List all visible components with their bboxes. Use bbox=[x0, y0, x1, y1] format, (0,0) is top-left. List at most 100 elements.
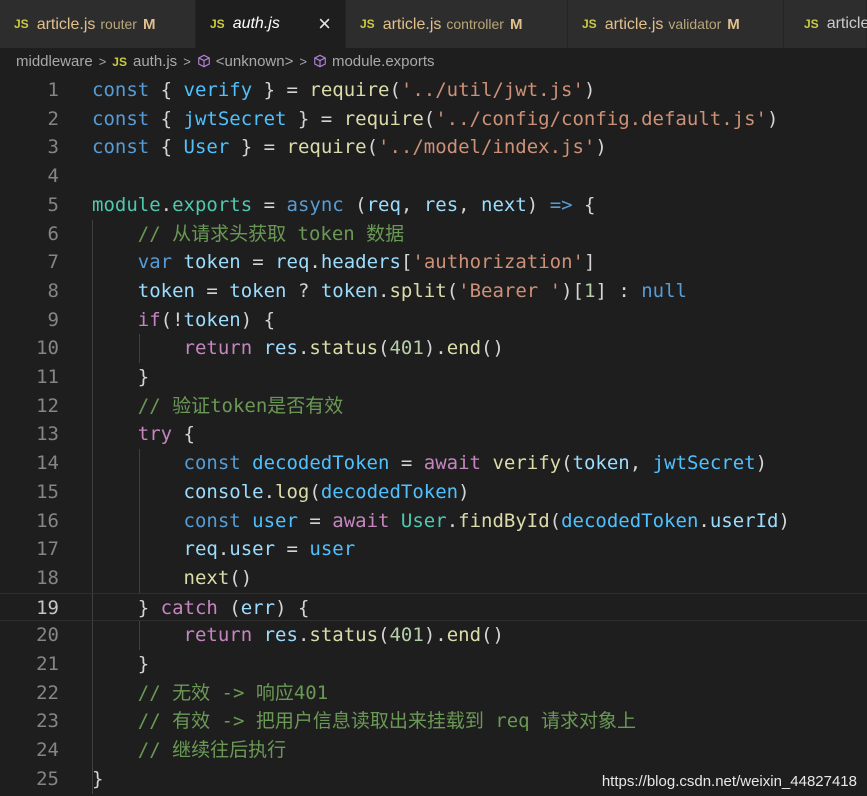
line-number[interactable]: 16 bbox=[0, 507, 59, 536]
code-line[interactable]: 13 try { bbox=[0, 420, 867, 449]
code-token: return bbox=[183, 337, 253, 360]
code-text[interactable]: return res.status(401).end() bbox=[92, 621, 504, 650]
line-number[interactable]: 9 bbox=[0, 306, 59, 335]
code-text[interactable]: next() bbox=[92, 564, 253, 593]
tab-article-partial[interactable]: JS article.js bbox=[784, 0, 867, 48]
line-number[interactable]: 17 bbox=[0, 535, 59, 564]
code-line[interactable]: 14 const decodedToken = await verify(tok… bbox=[0, 449, 867, 478]
line-number[interactable]: 19 bbox=[0, 594, 59, 623]
line-number[interactable]: 11 bbox=[0, 363, 59, 392]
breadcrumb-symbol-module-exports[interactable]: module.exports bbox=[332, 53, 435, 70]
code-token: ) bbox=[755, 452, 768, 475]
line-number[interactable]: 13 bbox=[0, 420, 59, 449]
line-number[interactable]: 8 bbox=[0, 277, 59, 306]
code-token: , bbox=[458, 193, 482, 216]
code-line[interactable]: 3 const { User } = require('../model/inde… bbox=[0, 133, 867, 162]
line-number[interactable]: 21 bbox=[0, 650, 59, 679]
line-number[interactable]: 12 bbox=[0, 392, 59, 421]
code-editor[interactable]: 1 const { verify } = require('../util/jwt… bbox=[0, 76, 867, 796]
code-text[interactable]: // 无效 -> 响应401 bbox=[92, 679, 328, 708]
code-token: , bbox=[400, 193, 424, 216]
code-text[interactable]: return res.status(401).end() bbox=[92, 334, 504, 363]
code-token: { bbox=[172, 423, 195, 446]
code-line[interactable]: 11 } bbox=[0, 363, 867, 392]
line-number[interactable]: 1 bbox=[0, 76, 59, 105]
tab-auth[interactable]: JS auth.js × bbox=[196, 0, 346, 48]
code-text[interactable]: // 有效 -> 把用户信息读取出来挂载到 req 请求对象上 bbox=[92, 707, 636, 736]
code-line[interactable]: 1 const { verify } = require('../util/jwt… bbox=[0, 76, 867, 105]
line-number[interactable]: 6 bbox=[0, 220, 59, 249]
tab-article-router[interactable]: JS article.js router M bbox=[0, 0, 196, 48]
code-text[interactable]: // 验证token是否有效 bbox=[92, 392, 344, 421]
code-text[interactable]: } bbox=[92, 363, 149, 392]
line-number[interactable]: 15 bbox=[0, 478, 59, 507]
code-line[interactable]: 9 if(!token) { bbox=[0, 306, 867, 335]
line-number[interactable]: 5 bbox=[0, 191, 59, 220]
modified-badge: M bbox=[509, 16, 523, 33]
tab-article-controller[interactable]: JS article.js controller M bbox=[346, 0, 568, 48]
line-number[interactable]: 4 bbox=[0, 162, 59, 191]
line-number[interactable]: 25 bbox=[0, 765, 59, 794]
line-number[interactable]: 20 bbox=[0, 621, 59, 650]
line-number[interactable]: 7 bbox=[0, 248, 59, 277]
code-text[interactable]: var token = req.headers['authorization'] bbox=[92, 248, 596, 277]
code-text[interactable]: const decodedToken = await verify(token,… bbox=[92, 449, 768, 478]
code-line[interactable]: 19 } catch (err) { bbox=[0, 592, 867, 623]
code-line[interactable]: 5 module.exports = async (req, res, next)… bbox=[0, 191, 867, 220]
code-token: )[ bbox=[561, 279, 584, 302]
code-text[interactable]: } bbox=[92, 765, 103, 794]
code-line[interactable]: 22 // 无效 -> 响应401 bbox=[0, 679, 867, 708]
line-number[interactable]: 2 bbox=[0, 105, 59, 134]
code-line[interactable]: 16 const user = await User.findById(deco… bbox=[0, 507, 867, 536]
code-text[interactable]: } catch (err) { bbox=[92, 594, 310, 623]
code-text[interactable]: const { User } = require('../model/index… bbox=[92, 133, 607, 162]
code-line[interactable]: 18 next() bbox=[0, 564, 867, 593]
code-text[interactable]: const { verify } = require('../util/jwt.… bbox=[92, 76, 595, 105]
line-number[interactable]: 14 bbox=[0, 449, 59, 478]
code-line[interactable]: 4 bbox=[0, 162, 867, 191]
line-number[interactable]: 22 bbox=[0, 679, 59, 708]
code-token: ( bbox=[217, 596, 241, 619]
code-token: status bbox=[309, 337, 379, 360]
code-token: // 从请求头获取 token 数据 bbox=[137, 222, 405, 245]
code-line[interactable]: 6 // 从请求头获取 token 数据 bbox=[0, 220, 867, 249]
code-line[interactable]: 24 // 继续往后执行 bbox=[0, 736, 867, 765]
code-line[interactable]: 12 // 验证token是否有效 bbox=[0, 392, 867, 421]
code-text[interactable]: // 从请求头获取 token 数据 bbox=[92, 220, 404, 249]
code-line[interactable]: 20 return res.status(401).end() bbox=[0, 621, 867, 650]
code-text[interactable]: req.user = user bbox=[92, 535, 356, 564]
code-line[interactable]: 23 // 有效 -> 把用户信息读取出来挂载到 req 请求对象上 bbox=[0, 707, 867, 736]
code-token: { bbox=[149, 79, 184, 101]
code-text[interactable]: const user = await User.findById(decoded… bbox=[92, 507, 790, 536]
code-text[interactable]: // 继续往后执行 bbox=[92, 736, 286, 765]
line-number[interactable]: 18 bbox=[0, 564, 59, 593]
code-line[interactable]: 2 const { jwtSecret } = require('../confi… bbox=[0, 105, 867, 134]
breadcrumb-symbol-unknown[interactable]: <unknown> bbox=[216, 53, 294, 70]
line-number[interactable]: 10 bbox=[0, 334, 59, 363]
code-line[interactable]: 15 console.log(decodedToken) bbox=[0, 478, 867, 507]
breadcrumb-file[interactable]: auth.js bbox=[133, 53, 177, 70]
code-text[interactable]: token = token ? token.split('Bearer ')[1… bbox=[92, 277, 687, 306]
line-number[interactable]: 3 bbox=[0, 133, 59, 162]
code-text[interactable]: module.exports = async (req, res, next) … bbox=[92, 191, 595, 220]
code-token: . bbox=[217, 538, 230, 561]
code-line[interactable]: 21 } bbox=[0, 650, 867, 679]
close-icon[interactable]: × bbox=[318, 0, 331, 48]
code-line[interactable]: 8 token = token ? token.split('Bearer ')… bbox=[0, 277, 867, 306]
code-line[interactable]: 10 return res.status(401).end() bbox=[0, 334, 867, 363]
code-text[interactable]: const { jwtSecret } = require('../config… bbox=[92, 105, 778, 134]
line-number[interactable]: 23 bbox=[0, 707, 59, 736]
tab-article-validator[interactable]: JS article.js validator M bbox=[568, 0, 784, 48]
code-text[interactable]: } bbox=[92, 650, 149, 679]
code-text[interactable]: console.log(decodedToken) bbox=[92, 478, 470, 507]
code-text[interactable]: if(!token) { bbox=[92, 306, 275, 335]
line-number[interactable]: 24 bbox=[0, 736, 59, 765]
code-line[interactable]: 7 var token = req.headers['authorization… bbox=[0, 248, 867, 277]
code-text[interactable]: try { bbox=[92, 420, 195, 449]
code-token: ) bbox=[526, 193, 550, 216]
code-line[interactable]: 17 req.user = user bbox=[0, 535, 867, 564]
code-token: . bbox=[698, 509, 710, 532]
breadcrumb-folder[interactable]: middleware bbox=[16, 53, 93, 70]
